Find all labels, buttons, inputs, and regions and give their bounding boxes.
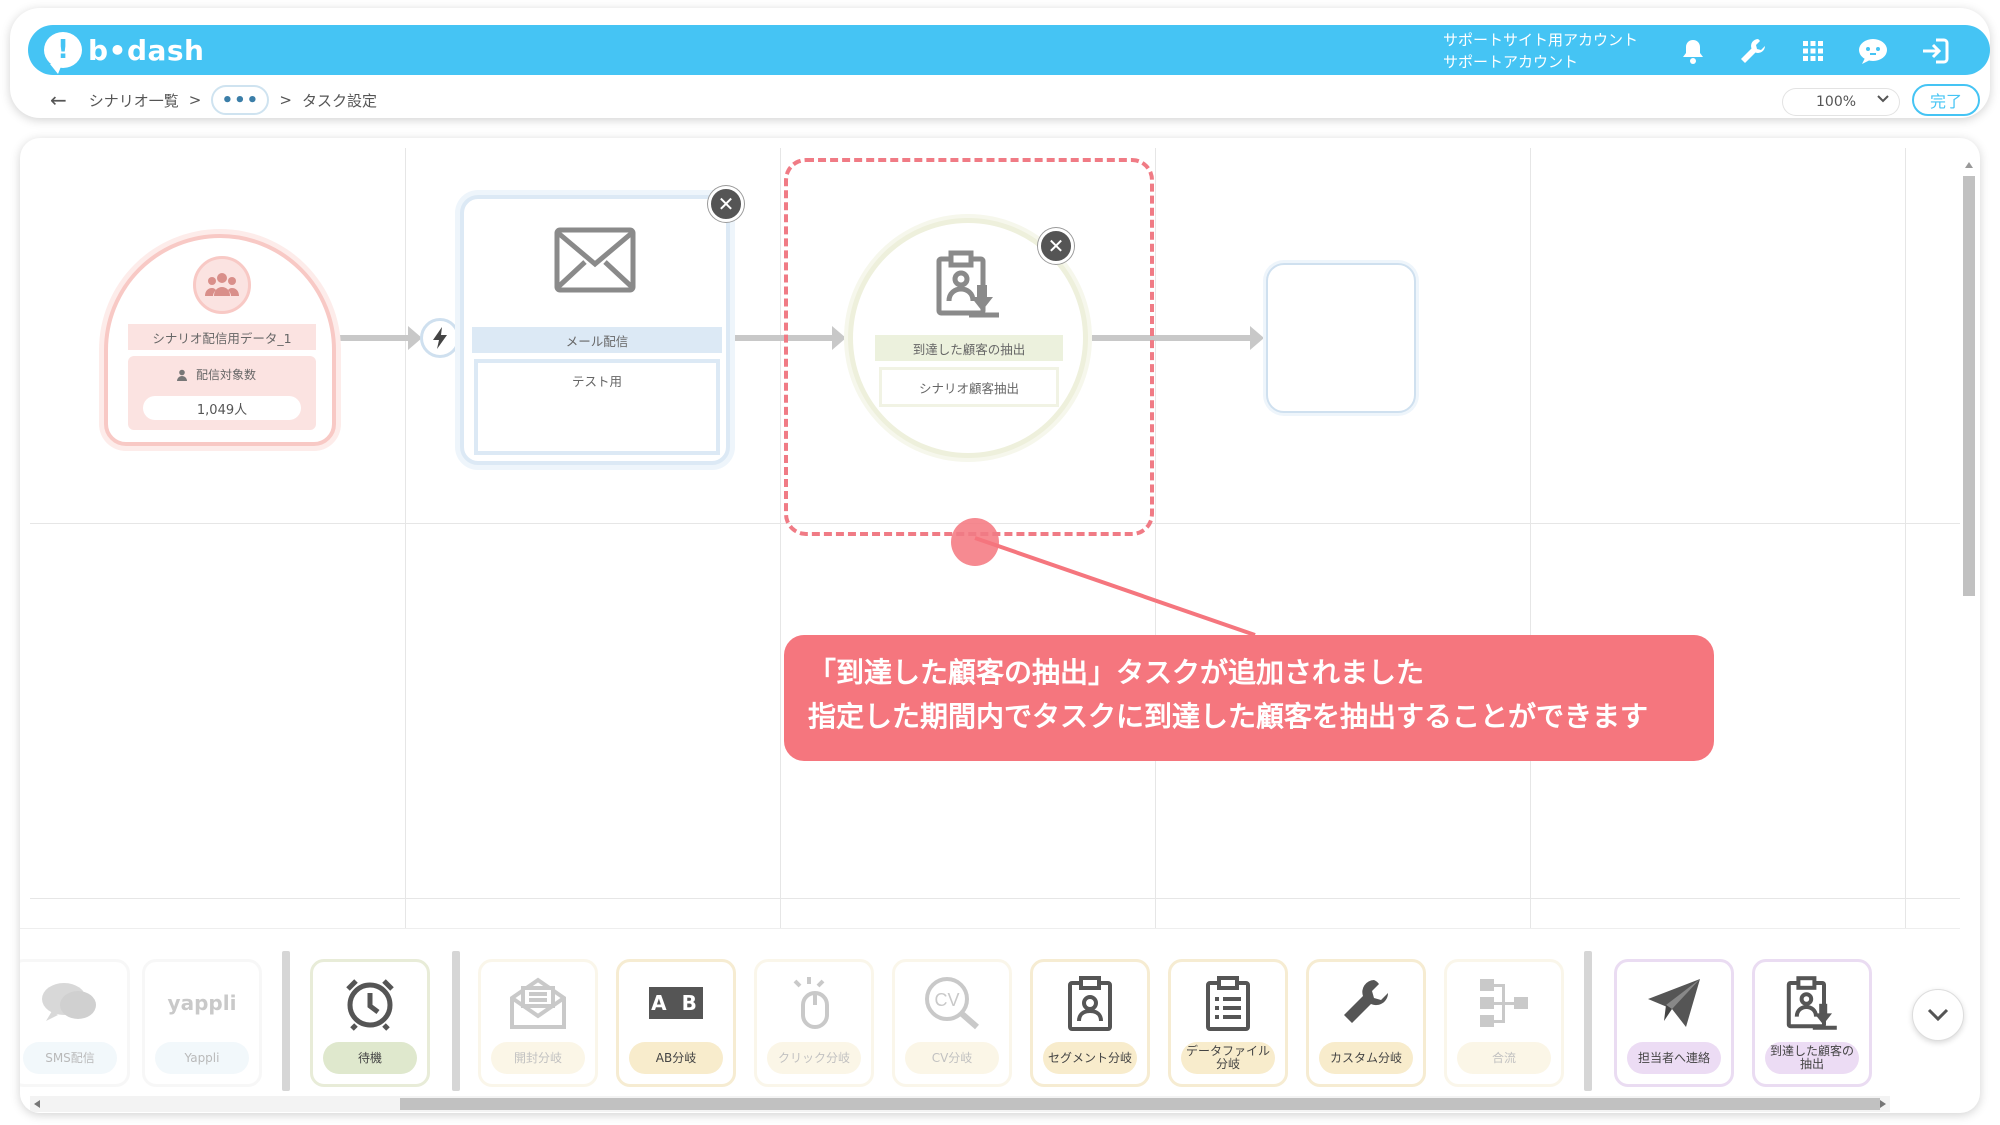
palette-item-segment-branch[interactable]: セグメント分岐 (1030, 959, 1150, 1087)
top-bar: ! b•dash サポートサイト用アカウント サポートアカウント (28, 25, 1990, 75)
chevron-down-icon (1927, 1008, 1949, 1022)
scrollbar-thumb[interactable] (400, 1098, 1880, 1110)
alarm-clock-icon (313, 972, 427, 1034)
logout-icon[interactable] (1918, 34, 1952, 68)
logo[interactable]: ! b•dash (44, 32, 205, 74)
paper-plane-icon (1617, 972, 1731, 1034)
palette-label: 開封分岐 (491, 1042, 585, 1074)
chat-bot-icon[interactable] (1856, 34, 1890, 68)
mail-node-body: テスト用 (474, 359, 720, 455)
audience-count-panel: 配信対象数 1,049人 (128, 356, 316, 430)
palette-item-custom-branch[interactable]: カスタム分岐 (1306, 959, 1426, 1087)
close-icon[interactable]: ✕ (708, 186, 744, 222)
chevron-down-icon (1876, 91, 1890, 109)
id-card-icon (1033, 972, 1147, 1034)
callout-message: 「到達した顧客の抽出」タスクが追加されました 指定した期間内でタスクに到達した顧… (784, 635, 1714, 761)
breadcrumb-current: タスク設定 (301, 91, 377, 110)
palette-label: Yappli (155, 1042, 249, 1074)
wrench-icon[interactable] (1736, 34, 1770, 68)
task-palette: SMS配信 yappli Yappli 待機 開封分岐 A B AB分岐 クリッ… (20, 928, 1964, 1113)
clipboard-list-icon (1171, 972, 1285, 1034)
palette-item-yappli[interactable]: yappli Yappli (142, 959, 262, 1087)
callout-line-2: 指定した期間内でタスクに到達した顧客を抽出することができます (808, 700, 1649, 733)
palette-label: 到達した顧客の抽出 (1765, 1042, 1859, 1074)
sms-icon (20, 972, 127, 1034)
back-arrow-icon[interactable]: ← (50, 88, 67, 112)
mouse-click-icon (757, 972, 871, 1034)
breadcrumb-scenario-list[interactable]: シナリオ一覧 (89, 90, 179, 111)
mail-node-body-text: テスト用 (571, 374, 622, 389)
mail-delivery-node[interactable]: メール配信 テスト用 (460, 195, 730, 465)
scroll-right-arrow-icon[interactable] (1880, 1100, 1886, 1108)
mail-node-title: メール配信 (472, 327, 722, 353)
trigger-lightning-icon[interactable] (420, 318, 460, 358)
open-mail-icon (481, 972, 595, 1034)
palette-label: カスタム分岐 (1319, 1042, 1413, 1074)
palette-item-merge[interactable]: 合流 (1444, 959, 1564, 1087)
scroll-left-arrow-icon[interactable] (34, 1100, 40, 1108)
palette-item-extract-customers[interactable]: 到達した顧客の抽出 (1752, 959, 1872, 1087)
scrollbar-thumb[interactable] (1963, 176, 1975, 596)
palette-item-click-branch[interactable]: クリック分岐 (754, 959, 874, 1087)
breadcrumb-ellipsis-button[interactable]: ••• (211, 85, 270, 115)
wrench-icon (1309, 972, 1423, 1034)
palette-label: セグメント分岐 (1043, 1042, 1137, 1074)
scroll-up-arrow-icon[interactable] (1965, 162, 1973, 168)
count-label: 配信対象数 (176, 366, 256, 383)
count-label-text: 配信対象数 (196, 368, 257, 382)
header-card: ! b•dash サポートサイト用アカウント サポートアカウント ← シナリオ一… (10, 8, 1990, 118)
start-node-title: シナリオ配信用データ_1 (128, 324, 316, 350)
palette-item-cv-branch[interactable]: CV CV分岐 (892, 959, 1012, 1087)
palette-label: 合流 (1457, 1042, 1551, 1074)
empty-task-slot[interactable] (1266, 263, 1416, 413)
palette-label: CV分岐 (905, 1042, 999, 1074)
breadcrumb-separator: > (188, 91, 202, 109)
yappli-logo: yappli (167, 991, 237, 1015)
zoom-select[interactable]: 100% (1782, 88, 1900, 116)
expand-palette-button[interactable] (1912, 989, 1964, 1041)
account-name: サポートサイト用アカウント (1443, 31, 1639, 49)
bell-icon[interactable] (1676, 34, 1710, 68)
logo-text: b•dash (88, 33, 205, 67)
cv-search-icon: CV (895, 972, 1009, 1034)
account-user: サポートアカウント (1443, 53, 1579, 71)
grid-icon[interactable] (1796, 34, 1830, 68)
palette-item-notify-staff[interactable]: 担当者へ連絡 (1614, 959, 1734, 1087)
breadcrumb-separator: > (279, 91, 292, 109)
palette-separator (282, 951, 290, 1091)
merge-icon (1447, 972, 1561, 1034)
palette-item-ab-branch[interactable]: A B AB分岐 (616, 959, 736, 1087)
palette-label: AB分岐 (629, 1042, 723, 1074)
zoom-value: 100% (1816, 94, 1857, 110)
palette-label: クリック分岐 (767, 1042, 861, 1074)
palette-separator (1584, 951, 1592, 1091)
horizontal-scrollbar[interactable] (30, 1096, 1890, 1112)
highlight-box (784, 158, 1154, 536)
palette-label: 担当者へ連絡 (1627, 1042, 1721, 1074)
palette-item-sms[interactable]: SMS配信 (20, 959, 130, 1087)
breadcrumb: ← シナリオ一覧 > ••• > タスク設定 (50, 85, 377, 115)
ab-icon: A B (619, 972, 733, 1034)
account-info[interactable]: サポートサイト用アカウント サポートアカウント (1443, 29, 1638, 73)
scenario-canvas[interactable]: シナリオ配信用データ_1 配信対象数 1,049人 メール配信 テスト用 ✕ 到… (20, 138, 1980, 1113)
palette-label: 待機 (323, 1042, 417, 1074)
vertical-scrollbar[interactable] (1960, 158, 1978, 978)
svg-text:CV: CV (934, 990, 959, 1010)
callout-line-1: 「到達した顧客の抽出」タスクが追加されました (808, 656, 1425, 689)
palette-label: データファイル分岐 (1181, 1042, 1275, 1074)
clipboard-download-icon (1755, 972, 1869, 1034)
palette-item-datafile-branch[interactable]: データファイル分岐 (1168, 959, 1288, 1087)
person-icon (177, 369, 187, 381)
palette-item-open-branch[interactable]: 開封分岐 (478, 959, 598, 1087)
palette-separator (452, 951, 460, 1091)
count-value: 1,049人 (143, 396, 301, 420)
users-icon (193, 256, 251, 314)
mail-icon (554, 227, 636, 297)
grid-line (30, 898, 1960, 899)
logo-mark-icon: ! (44, 32, 82, 74)
palette-item-wait[interactable]: 待機 (310, 959, 430, 1087)
palette-label: SMS配信 (23, 1042, 117, 1074)
done-button[interactable]: 完了 (1912, 84, 1980, 116)
